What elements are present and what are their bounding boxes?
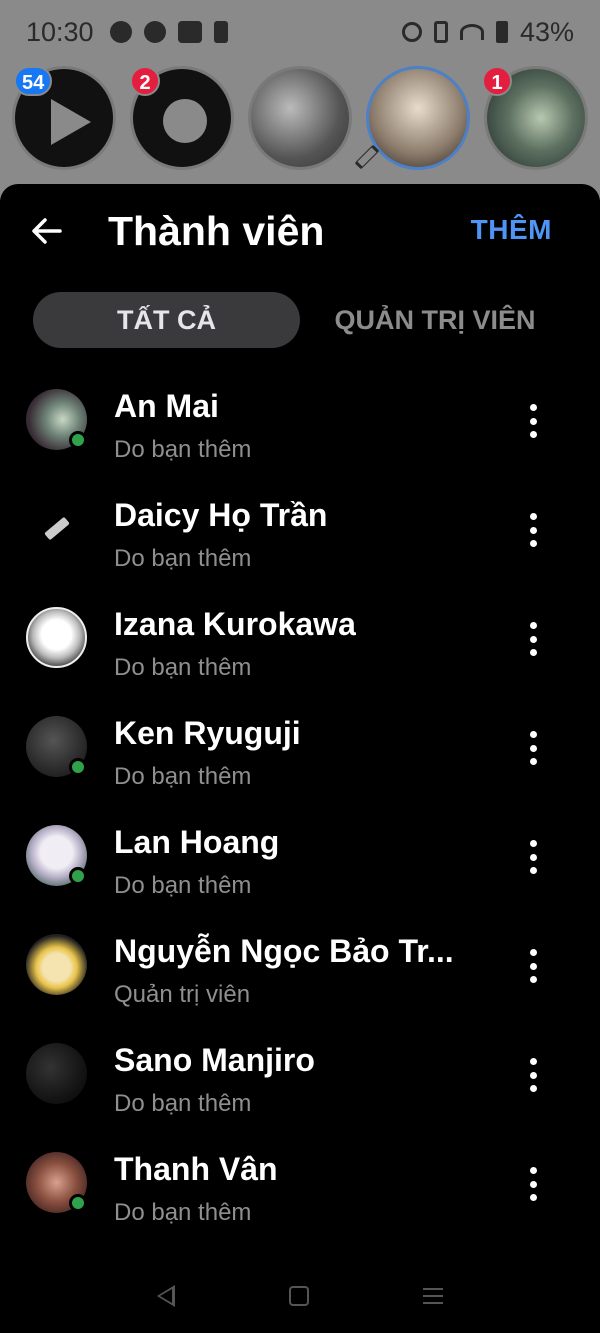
- avatar: [26, 607, 87, 668]
- avatar: [26, 934, 87, 995]
- member-subtitle: Do bạn thêm: [114, 1090, 252, 1117]
- wifi-icon: [459, 24, 484, 40]
- more-options-button[interactable]: [520, 1167, 546, 1201]
- system-nav-bar: [0, 1259, 600, 1333]
- member-name: Sano Manjiro: [114, 1042, 315, 1078]
- more-options-button[interactable]: [520, 404, 546, 438]
- member-name: Nguyễn Ngọc Bảo Tr...: [114, 933, 454, 969]
- member-name: Lan Hoang: [114, 824, 280, 860]
- avatar: [26, 1043, 87, 1104]
- member-name: An Mai: [114, 388, 219, 424]
- notification-badge: 1: [482, 66, 512, 96]
- more-options-button[interactable]: [520, 840, 546, 874]
- tab-admins[interactable]: QUẢN TRỊ VIÊN: [315, 292, 555, 348]
- vibrate-icon: [433, 21, 448, 43]
- member-subtitle: Do bạn thêm: [114, 1199, 252, 1226]
- more-options-button[interactable]: [520, 1058, 546, 1092]
- story-avatar[interactable]: [366, 66, 470, 170]
- pencil-icon: [354, 144, 380, 170]
- members-sheet: Thành viên THÊM TẤT CẢ QUẢN TRỊ VIÊN An …: [0, 184, 600, 1259]
- stories-row: 54 2 1: [0, 66, 600, 176]
- page-title: Thành viên: [108, 208, 325, 254]
- more-options-button[interactable]: [520, 731, 546, 765]
- chat-notification-icon: [143, 21, 166, 43]
- tab-all[interactable]: TẤT CẢ: [33, 292, 300, 348]
- nav-back-icon[interactable]: [157, 1285, 175, 1307]
- online-status-dot: [69, 431, 87, 449]
- member-list: An Mai Do bạn thêm Daicy Họ Trần Do bạn …: [0, 380, 600, 1252]
- play-icon: [51, 99, 91, 145]
- nav-menu-icon[interactable]: [423, 1288, 443, 1304]
- more-options-button[interactable]: [520, 513, 546, 547]
- list-item[interactable]: Izana Kurokawa Do bạn thêm: [0, 598, 600, 707]
- member-subtitle: Do bạn thêm: [114, 872, 252, 899]
- member-name: Izana Kurokawa: [114, 606, 356, 642]
- list-item[interactable]: Daicy Họ Trần Do bạn thêm: [0, 489, 600, 598]
- member-subtitle: Do bạn thêm: [114, 545, 252, 572]
- list-item[interactable]: Nguyễn Ngọc Bảo Tr... Quản trị viên: [0, 925, 600, 1034]
- list-item[interactable]: Sano Manjiro Do bạn thêm: [0, 1034, 600, 1143]
- member-name: Daicy Họ Trần: [114, 497, 328, 533]
- list-item[interactable]: Thanh Vân Do bạn thêm: [0, 1143, 600, 1252]
- alarm-icon: [401, 22, 422, 42]
- member-tabs: TẤT CẢ QUẢN TRỊ VIÊN: [33, 292, 573, 348]
- sheet-header: Thành viên THÊM: [0, 184, 600, 280]
- status-bar: 10:30 43%: [0, 0, 600, 64]
- member-subtitle: Do bạn thêm: [114, 763, 252, 790]
- list-item[interactable]: Lan Hoang Do bạn thêm: [0, 816, 600, 925]
- arrow-left-icon: [32, 218, 62, 244]
- list-item[interactable]: Ken Ryuguji Do bạn thêm: [0, 707, 600, 816]
- online-status-dot: [69, 867, 87, 885]
- sim-notification-icon: [213, 21, 228, 43]
- battery-icon: [495, 21, 508, 43]
- online-status-dot: [69, 758, 87, 776]
- list-item[interactable]: An Mai Do bạn thêm: [0, 380, 600, 489]
- more-options-button[interactable]: [520, 949, 546, 983]
- messenger-icon: [163, 99, 207, 143]
- messenger-notification-icon: [109, 21, 132, 43]
- status-time: 10:30: [26, 16, 94, 47]
- member-name: Ken Ryuguji: [114, 715, 301, 751]
- member-subtitle: Do bạn thêm: [114, 436, 252, 463]
- avatar: [26, 498, 87, 559]
- nav-home-icon[interactable]: [289, 1286, 309, 1306]
- youtube-notification-icon: [177, 21, 202, 43]
- story-avatar[interactable]: [248, 66, 352, 170]
- member-subtitle: Quản trị viên: [114, 981, 251, 1008]
- member-subtitle: Do bạn thêm: [114, 654, 252, 681]
- add-member-button[interactable]: THÊM: [471, 214, 552, 246]
- back-button[interactable]: [26, 210, 68, 252]
- more-options-button[interactable]: [520, 622, 546, 656]
- notification-badge: 2: [130, 66, 160, 96]
- battery-percent: 43%: [519, 16, 574, 47]
- notification-badge: 54: [14, 66, 53, 96]
- online-status-dot: [69, 1194, 87, 1212]
- member-name: Thanh Vân: [114, 1151, 278, 1187]
